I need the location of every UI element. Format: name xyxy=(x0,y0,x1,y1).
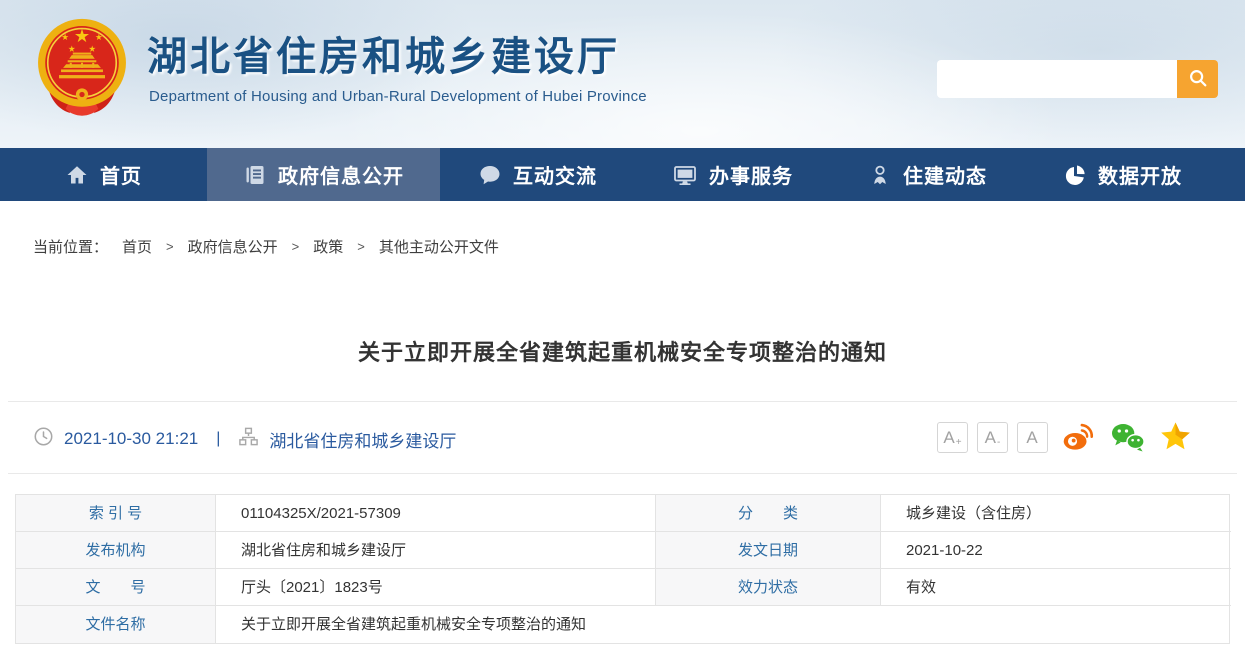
table-label-index-no: 索 引 号 xyxy=(16,495,216,532)
font-reset-button[interactable]: A xyxy=(1017,422,1048,453)
font-size-controls: A+ A- A xyxy=(937,422,1048,453)
page: 湖北省住房和城乡建设厅 Department of Housing and Ur… xyxy=(0,0,1245,645)
breadcrumb-home[interactable]: 首页 xyxy=(122,236,152,257)
breadcrumb-separator: > xyxy=(357,239,365,254)
document-info-table: 索 引 号 01104325X/2021-57309 分 类 城乡建设（含住房）… xyxy=(15,494,1230,644)
table-value-doc-name: 关于立即开展全省建筑起重机械安全专项整治的通知 xyxy=(216,606,1231,643)
font-increase-button[interactable]: A+ xyxy=(937,422,968,453)
nav-item-news[interactable]: 住建动态 xyxy=(830,148,1025,201)
meta-separator: | xyxy=(216,430,220,448)
table-label-doc-no: 文 号 xyxy=(16,569,216,606)
table-label-validity: 效力状态 xyxy=(656,569,881,606)
table-value-validity: 有效 xyxy=(881,569,1231,606)
search-icon xyxy=(1187,67,1209,92)
breadcrumb: 当前位置： 首页 > 政府信息公开 > 政策 > 其他主动公开文件 xyxy=(33,236,499,257)
font-btn-label: A xyxy=(943,428,954,448)
nav-item-interaction[interactable]: 互动交流 xyxy=(440,148,635,201)
share-buttons xyxy=(1062,421,1191,452)
site-title: 湖北省住房和城乡建设厅 xyxy=(147,24,620,82)
site-header: 湖北省住房和城乡建设厅 Department of Housing and Ur… xyxy=(0,0,1245,148)
article-source[interactable]: 湖北省住房和城乡建设厅 xyxy=(269,427,456,452)
table-value-doc-no: 厅头〔2021〕1823号 xyxy=(216,569,656,606)
breadcrumb-separator: > xyxy=(292,239,300,254)
header-search xyxy=(937,60,1218,98)
nav-item-home[interactable]: 首页 xyxy=(0,148,207,201)
search-button[interactable] xyxy=(1177,60,1218,98)
org-sitemap-icon xyxy=(238,426,259,452)
nav-label: 政府信息公开 xyxy=(278,160,404,189)
nav-label: 住建动态 xyxy=(903,160,987,189)
nav-item-open-data[interactable]: 数据开放 xyxy=(1025,148,1220,201)
search-input[interactable] xyxy=(937,60,1177,98)
table-label-doc-name: 文件名称 xyxy=(16,606,216,643)
breadcrumb-prefix: 当前位置： xyxy=(33,236,108,257)
divider xyxy=(8,473,1237,474)
article-title: 关于立即开展全省建筑起重机械安全专项整治的通知 xyxy=(0,335,1245,367)
font-btn-label: A xyxy=(1026,428,1037,448)
pie-chart-icon xyxy=(1063,163,1087,187)
weibo-icon[interactable] xyxy=(1062,422,1095,451)
wechat-icon[interactable] xyxy=(1110,421,1145,452)
table-value-category: 城乡建设（含住房） xyxy=(881,495,1231,532)
divider xyxy=(8,401,1237,402)
chat-bubble-icon xyxy=(478,163,502,187)
site-subtitle: Department of Housing and Urban-Rural De… xyxy=(149,88,647,105)
breadcrumb-other-docs[interactable]: 其他主动公开文件 xyxy=(379,236,499,257)
table-label-category: 分 类 xyxy=(656,495,881,532)
national-emblem-icon xyxy=(36,16,128,133)
nav-label: 办事服务 xyxy=(709,160,793,189)
font-btn-label: A xyxy=(985,428,996,448)
nav-label: 首页 xyxy=(100,160,142,189)
person-badge-icon xyxy=(868,163,892,187)
monitor-icon xyxy=(672,163,698,187)
publish-date: 2021-10-30 21:21 xyxy=(64,429,198,449)
breadcrumb-gov-info[interactable]: 政府信息公开 xyxy=(188,236,278,257)
main-nav: 首页 政府信息公开 xyxy=(0,148,1245,201)
nav-item-gov-info[interactable]: 政府信息公开 xyxy=(207,148,440,201)
table-label-issue-date: 发文日期 xyxy=(656,532,881,569)
breadcrumb-policy[interactable]: 政策 xyxy=(313,236,343,257)
nav-label: 互动交流 xyxy=(513,160,597,189)
table-value-index-no: 01104325X/2021-57309 xyxy=(216,495,656,532)
clock-icon xyxy=(33,426,54,452)
table-value-issuer: 湖北省住房和城乡建设厅 xyxy=(216,532,656,569)
font-btn-sup: + xyxy=(956,438,962,448)
document-icon xyxy=(243,163,267,187)
breadcrumb-separator: > xyxy=(166,239,174,254)
qzone-star-icon[interactable] xyxy=(1160,421,1191,452)
font-decrease-button[interactable]: A- xyxy=(977,422,1008,453)
home-icon xyxy=(65,163,89,187)
table-value-issue-date: 2021-10-22 xyxy=(881,532,1231,569)
table-label-issuer: 发布机构 xyxy=(16,532,216,569)
nav-item-services[interactable]: 办事服务 xyxy=(635,148,830,201)
nav-label: 数据开放 xyxy=(1098,160,1182,189)
font-btn-sup: - xyxy=(997,438,1000,448)
article-meta: 2021-10-30 21:21 | 湖北省住房和城乡建设厅 xyxy=(33,421,456,457)
